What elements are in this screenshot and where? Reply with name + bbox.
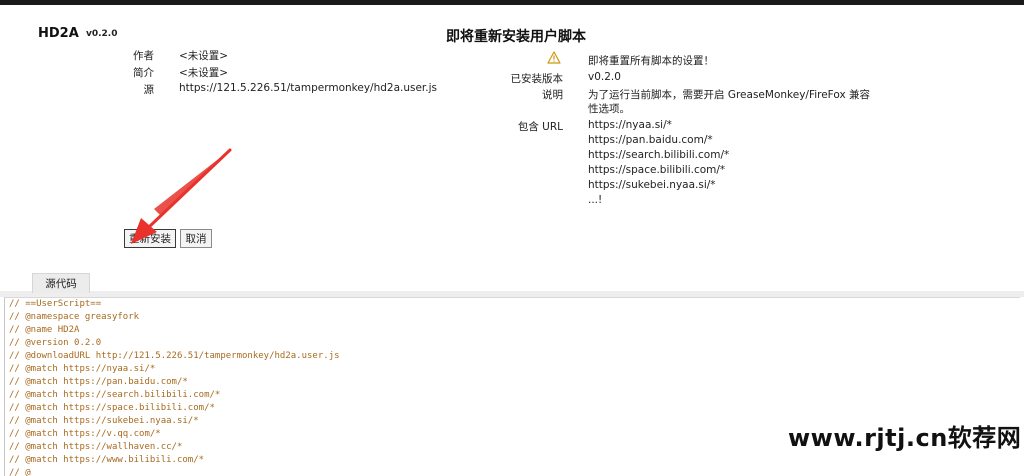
code-line: // @match https://www.bilibili.com/* <box>9 455 205 465</box>
watermark-text: www.rjtj.cn软荐网 <box>788 424 1022 452</box>
code-line: // @downloadURL http://121.5.226.51/tamp… <box>9 351 340 361</box>
code-line: // ==UserScript== <box>9 299 102 309</box>
include-url: https://nyaa.si/* <box>588 119 672 131</box>
code-line: // @namespace greasyfork <box>9 312 140 322</box>
author-label: 作者 <box>133 50 154 62</box>
include-url: https://sukebei.nyaa.si/* <box>588 179 716 191</box>
author-value: <未设置> <box>179 50 229 62</box>
include-url-more: ...! <box>588 194 603 206</box>
source-url[interactable]: https://121.5.226.51/tampermonkey/hd2a.u… <box>179 82 437 94</box>
warning-icon <box>547 51 561 64</box>
include-url: https://search.bilibili.com/* <box>588 149 730 161</box>
note-line-2: 性选项。 <box>588 103 630 115</box>
code-line: // @version 0.2.0 <box>9 338 102 348</box>
note-label: 说明 <box>542 89 563 101</box>
description-label: 简介 <box>133 67 154 79</box>
code-line: // @name HD2A <box>9 325 80 335</box>
installed-version-value: v0.2.0 <box>588 71 621 83</box>
includes-label: 包含 URL <box>517 121 563 133</box>
description-value: <未设置> <box>179 67 229 79</box>
cancel-button[interactable]: 取消 <box>180 229 212 248</box>
code-line: // @ <box>9 468 31 476</box>
code-line: // @match https://search.bilibili.com/* <box>9 390 221 400</box>
reinstall-button[interactable]: 重新安装 <box>124 229 176 248</box>
code-line: // @match https://pan.baidu.com/* <box>9 377 188 387</box>
installed-version-label: 已安装版本 <box>510 73 564 85</box>
script-name: HD2A <box>38 26 79 41</box>
reset-warning: 即将重置所有脚本的设置！ <box>588 55 714 67</box>
include-url: https://space.bilibili.com/* <box>588 164 726 176</box>
code-line: // @match https://space.bilibili.com/* <box>9 403 215 413</box>
include-url: https://pan.baidu.com/* <box>588 134 713 146</box>
script-version: v0.2.0 <box>86 29 118 39</box>
install-heading: 即将重新安装用户脚本 <box>446 29 586 45</box>
note-line-1: 为了运行当前脚本，需要开启 GreaseMonkey/FireFox 兼容 <box>588 89 870 101</box>
top-bar <box>0 0 1024 5</box>
tab-source-code[interactable]: 源代码 <box>32 273 90 293</box>
code-line: // @match https://nyaa.si/* <box>9 364 156 374</box>
source-label: 源 <box>143 84 155 96</box>
